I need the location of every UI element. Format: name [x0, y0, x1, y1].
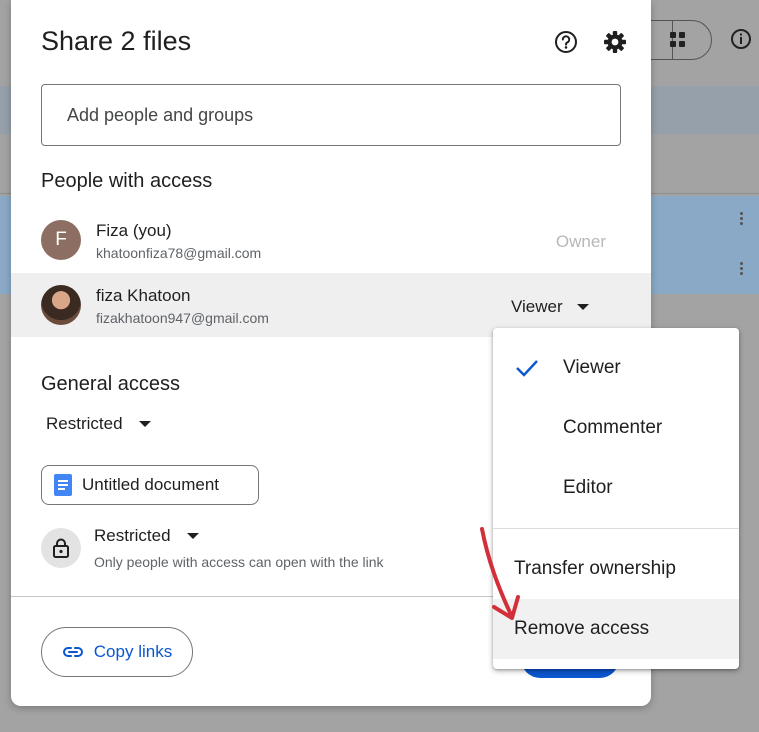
info-icon[interactable] — [730, 28, 752, 50]
person-name: Fiza (you) — [96, 221, 172, 240]
settings-button[interactable] — [599, 26, 631, 58]
gear-icon — [604, 31, 626, 53]
menu-item-label: Editor — [563, 477, 613, 498]
caret-down-icon — [138, 421, 151, 427]
menu-item-commenter[interactable]: Commenter — [493, 398, 739, 458]
copy-links-button[interactable]: Copy links — [41, 627, 193, 677]
add-people-input[interactable] — [41, 84, 621, 146]
menu-divider — [493, 528, 739, 529]
menu-item-label: Remove access — [514, 618, 650, 639]
link-icon — [62, 647, 83, 657]
menu-item-label: Commenter — [563, 417, 663, 438]
person-row-owner: F Fiza (you) khatoonfiza78@gmail.com Own… — [11, 208, 651, 272]
google-docs-icon — [54, 474, 72, 496]
dialog-title: Share 2 files — [41, 26, 192, 56]
general-access-dropdown[interactable]: Restricted — [46, 414, 151, 434]
grid-view-icon[interactable] — [668, 30, 688, 50]
people-with-access-heading: People with access — [41, 170, 213, 192]
menu-item-label: Viewer — [563, 357, 621, 378]
help-button[interactable] — [550, 26, 582, 58]
role-dropdown-label: Viewer — [511, 297, 563, 316]
menu-item-viewer[interactable]: Viewer — [493, 338, 739, 398]
role-dropdown[interactable]: Viewer — [511, 297, 589, 317]
lock-icon — [41, 528, 81, 568]
more-options-icon[interactable] — [737, 210, 745, 230]
avatar — [41, 285, 81, 325]
menu-item-remove-access[interactable]: Remove access — [493, 599, 739, 659]
help-circle-icon — [555, 31, 577, 53]
document-chip[interactable]: Untitled document — [41, 465, 259, 505]
document-chip-label: Untitled document — [82, 475, 220, 494]
link-access-dropdown[interactable]: Restricted — [94, 526, 199, 546]
menu-item-label: Transfer ownership — [514, 558, 676, 579]
avatar: F — [41, 220, 81, 260]
person-email: fizakhatoon947@gmail.com — [96, 310, 269, 326]
copy-links-label: Copy links — [93, 642, 173, 661]
general-access-heading: General access — [41, 373, 180, 395]
link-access-description: Only people with access can open with th… — [94, 554, 384, 570]
person-name: fiza Khatoon — [96, 286, 191, 305]
menu-item-transfer-ownership[interactable]: Transfer ownership — [493, 539, 739, 599]
general-access-dropdown-label: Restricted — [46, 414, 123, 433]
owner-role-label: Owner — [555, 232, 606, 251]
person-email: khatoonfiza78@gmail.com — [96, 245, 262, 261]
caret-down-icon — [576, 304, 589, 310]
role-menu: Viewer Commenter Editor Transfer ownersh… — [493, 328, 739, 669]
check-icon — [516, 360, 538, 377]
menu-item-editor[interactable]: Editor — [493, 458, 739, 518]
more-options-icon[interactable] — [737, 260, 745, 280]
link-access-label: Restricted — [94, 526, 171, 545]
caret-down-icon — [186, 533, 199, 539]
